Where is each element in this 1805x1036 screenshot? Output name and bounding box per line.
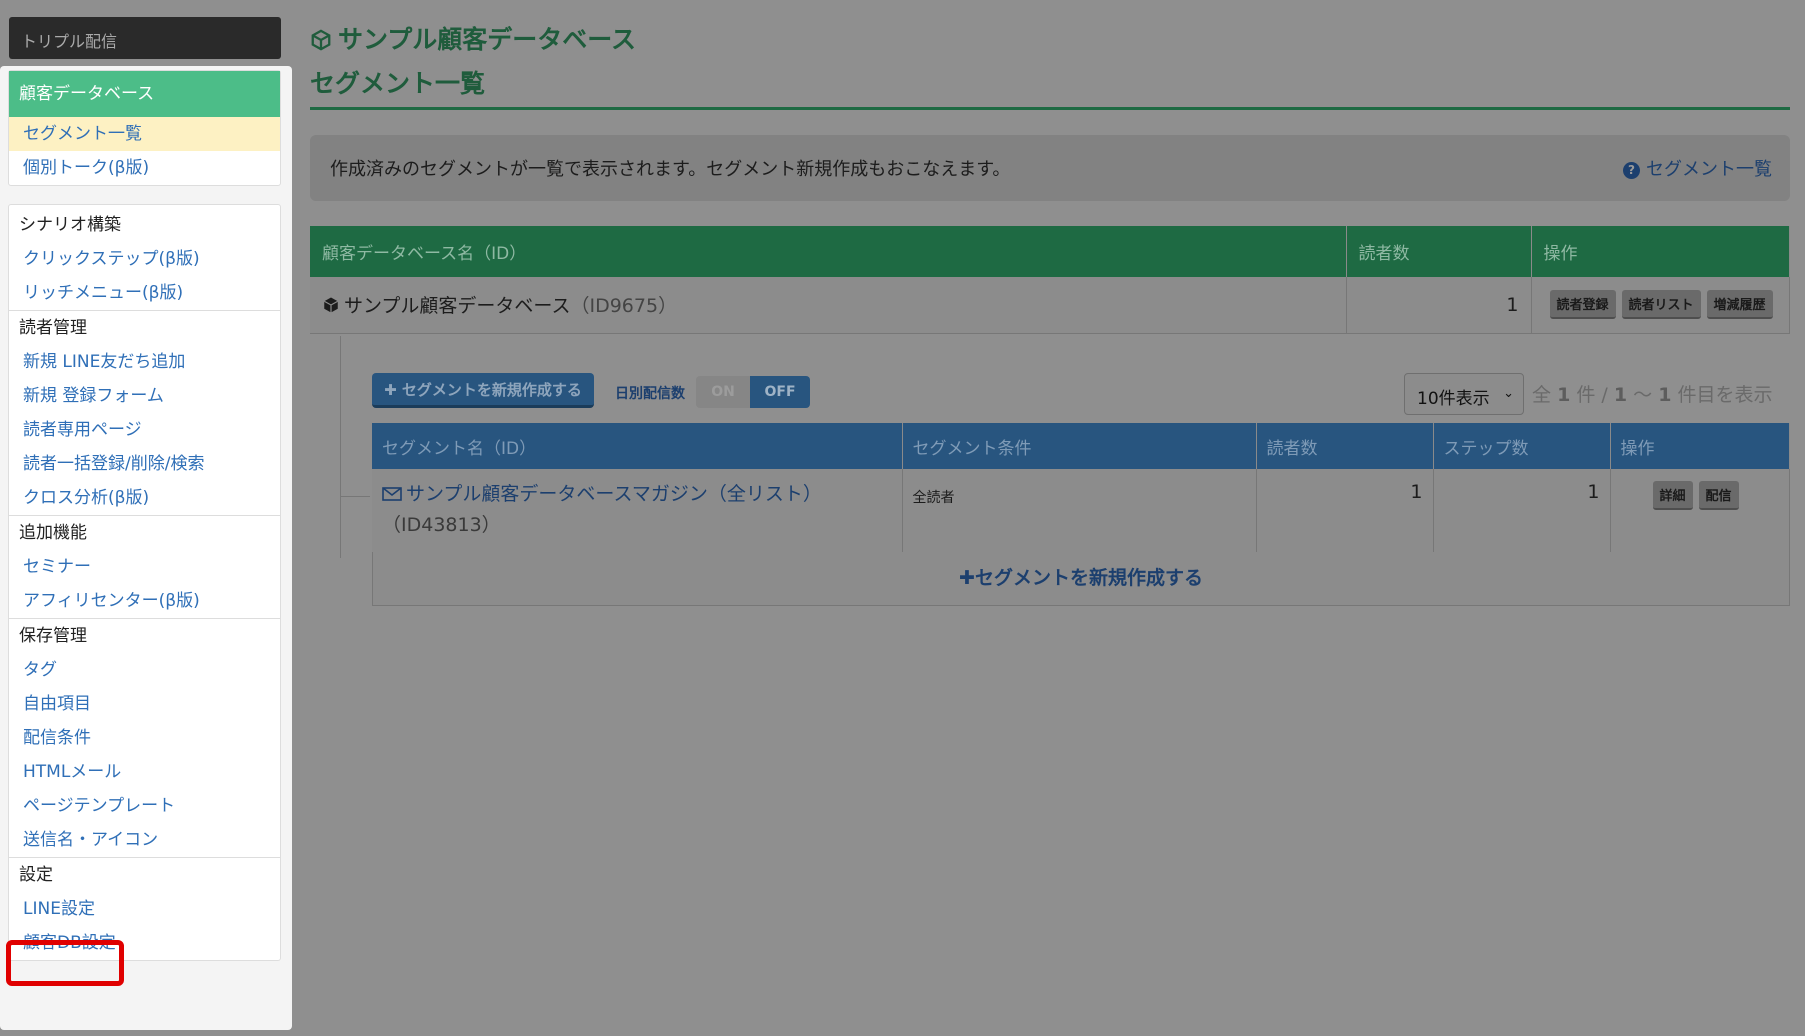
db-table-header: 顧客データベース名（ID） 読者数 操作 — [310, 226, 1790, 277]
db-table-header-actions: 操作 — [1531, 226, 1790, 277]
daily-count-label: 日別配信数 — [615, 386, 685, 402]
sidebar-item-register-form[interactable]: 新規 登録フォーム — [9, 379, 280, 413]
paging-to: 1 — [1658, 384, 1672, 406]
seg-header-steps: ステップ数 — [1433, 423, 1611, 469]
detail-button[interactable]: 詳細 — [1652, 481, 1693, 510]
seg-header-condition: セグメント条件 — [902, 423, 1257, 469]
db-title-text: サンプル顧客データベース — [338, 25, 637, 54]
table-row: サンプル顧客データベースマガジン（全リスト） （ID43813） 全読者 1 1… — [372, 469, 1790, 554]
sidebar-item-bulk[interactable]: 読者一括登録/削除/検索 — [9, 447, 280, 481]
line-settings-highlight — [6, 940, 124, 986]
segment-readers: 1 — [1256, 469, 1434, 554]
reader-list-button[interactable]: 読者リスト — [1621, 290, 1701, 320]
db-reader-count: 1 — [1346, 277, 1532, 334]
sidebar-wrap: トリプル配信 顧客データベース セグメント一覧 個別トーク(β版) シナリオ構築… — [0, 0, 292, 1036]
register-reader-button[interactable]: 読者登録 — [1549, 290, 1616, 320]
section-caption-storage: 保存管理 — [19, 626, 87, 646]
segment-steps: 1 — [1433, 469, 1611, 554]
segment-link[interactable]: サンプル顧客データベースマガジン（全リスト） — [382, 479, 892, 506]
help-link[interactable]: ? セグメント一覧 — [1623, 155, 1772, 181]
sidebar-item-tag[interactable]: タグ — [9, 653, 280, 687]
section-caption-extra: 追加機能 — [19, 523, 87, 543]
segment-table-header: セグメント名（ID） セグメント条件 読者数 ステップ数 操作 — [372, 423, 1790, 469]
sidebar-item-html-mail[interactable]: HTMLメール — [9, 755, 280, 789]
menu-card: シナリオ構築 クリックステップ(β版) リッチメニュー(β版) 読者管理 新規 … — [8, 204, 281, 961]
sidebar: 顧客データベース セグメント一覧 個別トーク(β版) シナリオ構築 クリックステ… — [0, 66, 292, 1030]
sidebar-item-rich-menu[interactable]: リッチメニュー(β版) — [9, 276, 280, 310]
question-icon: ? — [1623, 162, 1640, 179]
db-card: 顧客データベース セグメント一覧 個別トーク(β版) — [8, 70, 281, 186]
seg-header-name: セグメント名（ID） — [372, 423, 903, 469]
db-title: サンプル顧客データベース — [310, 20, 636, 56]
section-caption-scenario: シナリオ構築 — [19, 215, 121, 235]
sidebar-db-header[interactable]: 顧客データベース — [9, 71, 280, 117]
page-title: セグメント一覧 — [310, 69, 486, 98]
daily-count-toggle[interactable]: ON OFF — [696, 376, 810, 408]
sidebar-item-line-settings[interactable]: LINE設定 — [9, 892, 280, 926]
db-id: （ID9675） — [570, 295, 678, 318]
sidebar-item-affiliate[interactable]: アフィリセンター(β版) — [9, 584, 280, 618]
segment-name-cell: サンプル顧客データベースマガジン（全リスト） （ID43813） — [372, 469, 903, 554]
section-caption-settings: 設定 — [19, 865, 53, 885]
paging-total: 1 — [1557, 384, 1571, 406]
history-button[interactable]: 増減履歴 — [1706, 290, 1773, 320]
toggle-off[interactable]: OFF — [750, 376, 810, 408]
deliver-button[interactable]: 配信 — [1698, 481, 1739, 510]
table-row: サンプル顧客データベース（ID9675） 1 読者登録 読者リスト 増減履歴 — [310, 277, 1790, 334]
segment-condition: 全読者 — [912, 490, 955, 506]
info-box: 作成済みのセグメントが一覧で表示されます。セグメント新規作成もおこなえます。 ?… — [310, 135, 1790, 201]
paging-mid: 件 / — [1576, 384, 1608, 406]
db-table-header-count: 読者数 — [1346, 226, 1532, 277]
db-table: 顧客データベース名（ID） 読者数 操作 サンプル顧客データベース（ID9675… — [310, 226, 1790, 334]
db-name: サンプル顧客データベース — [344, 295, 571, 318]
paging-from: 1 — [1613, 384, 1628, 406]
paging-tilde: 〜 — [1633, 384, 1653, 406]
sidebar-item-delivery-condition[interactable]: 配信条件 — [9, 721, 280, 755]
segment-actions-cell: 詳細 配信 — [1610, 469, 1790, 554]
bottom-new-segment-button[interactable]: ✚セグメントを新規作成する — [372, 552, 1790, 606]
segment-condition-cell: 全読者 — [902, 469, 1257, 554]
db-table-header-name: 顧客データベース名（ID） — [310, 226, 1347, 277]
paging-suffix: 件目を表示 — [1677, 384, 1773, 406]
section-caption-readers: 読者管理 — [19, 318, 87, 338]
chevron-down-icon: ⌄ — [1503, 386, 1514, 401]
sidebar-item-page-template[interactable]: ページテンプレート — [9, 789, 280, 823]
sidebar-item-line-friend[interactable]: 新規 LINE友だち追加 — [9, 345, 280, 379]
segment-table: セグメント名（ID） セグメント条件 読者数 ステップ数 操作 サンプル顧客デー… — [372, 423, 1790, 554]
sidebar-item-cross-analysis[interactable]: クロス分析(β版) — [9, 481, 280, 515]
sidebar-item-sender-icon[interactable]: 送信名・アイコン — [9, 823, 280, 857]
cube-icon — [323, 297, 339, 313]
cube-icon — [311, 29, 331, 51]
info-text: 作成済みのセグメントが一覧で表示されます。セグメント新規作成もおこなえます。 — [330, 159, 1011, 180]
sidebar-item-free-field[interactable]: 自由項目 — [9, 687, 280, 721]
seg-header-readers: 読者数 — [1256, 423, 1434, 469]
tree-line-vertical — [340, 336, 341, 558]
per-page-select[interactable]: 10件表示 ⌄ — [1404, 373, 1524, 415]
sidebar-item-segment-list[interactable]: セグメント一覧 — [9, 117, 280, 151]
envelope-icon — [382, 487, 402, 501]
segment-id: （ID43813） — [382, 514, 501, 536]
sidebar-item-click-step[interactable]: クリックステップ(β版) — [9, 242, 280, 276]
app-title: トリプル配信 — [9, 17, 281, 59]
tree-line-horizontal — [340, 496, 370, 497]
per-page-value: 10件表示 — [1417, 389, 1490, 409]
new-segment-button[interactable]: ✚ セグメントを新規作成する — [372, 373, 594, 408]
bottom-new-segment-label: セグメントを新規作成する — [974, 567, 1203, 589]
paging-prefix: 全 — [1532, 384, 1552, 406]
db-actions-cell: 読者登録 読者リスト 増減履歴 — [1531, 277, 1790, 334]
segment-name: サンプル顧客データベースマガジン（全リスト） — [406, 483, 822, 505]
sidebar-item-individual-talk[interactable]: 個別トーク(β版) — [9, 151, 280, 185]
sidebar-item-seminar[interactable]: セミナー — [9, 550, 280, 584]
seg-header-actions: 操作 — [1610, 423, 1790, 469]
plus-icon: ✚ — [959, 567, 975, 589]
db-name-cell: サンプル顧客データベース（ID9675） — [310, 277, 1347, 334]
paging-info: 全 1 件 / 1 〜 1 件目を表示 — [1532, 380, 1772, 407]
help-link-label: セグメント一覧 — [1646, 159, 1772, 180]
main-content: サンプル顧客データベース セグメント一覧 作成済みのセグメントが一覧で表示されま… — [310, 0, 1790, 1036]
plus-icon: ✚ — [384, 381, 402, 399]
new-segment-label: セグメントを新規作成する — [401, 381, 582, 399]
sidebar-item-reader-page[interactable]: 読者専用ページ — [9, 413, 280, 447]
toggle-on[interactable]: ON — [696, 376, 750, 408]
title-divider — [310, 107, 1790, 110]
